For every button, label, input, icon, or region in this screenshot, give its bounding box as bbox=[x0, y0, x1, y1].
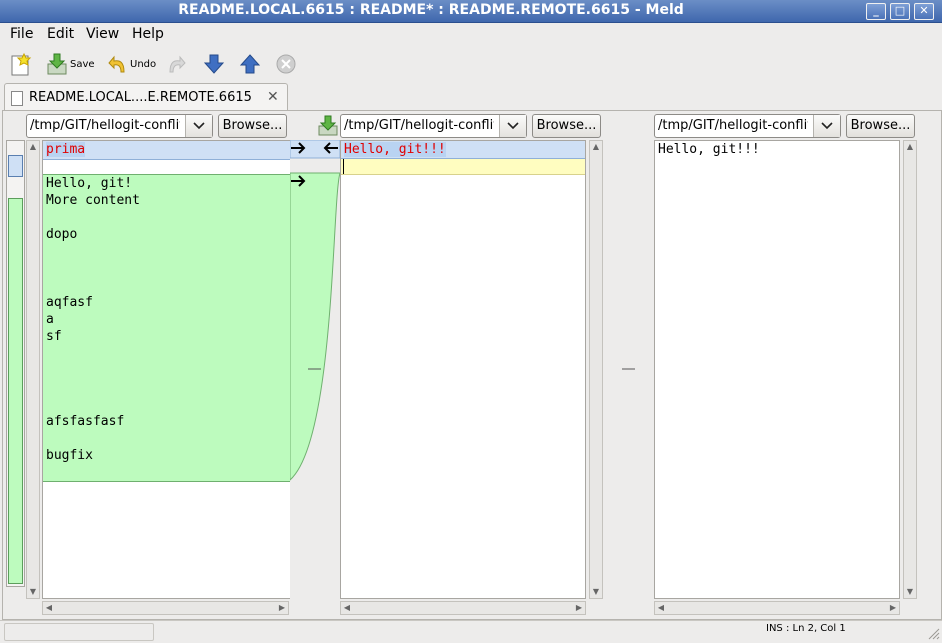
text-line: bugfix bbox=[46, 448, 93, 463]
insert-block bbox=[43, 174, 290, 482]
text-line: More content bbox=[46, 193, 140, 208]
menu-bar: File Edit View Help bbox=[0, 23, 942, 45]
undo-label: Undo bbox=[130, 58, 157, 70]
maximize-button[interactable]: □ bbox=[890, 3, 910, 20]
stop-button[interactable] bbox=[276, 50, 296, 78]
scroll-up-icon[interactable]: ▲ bbox=[590, 141, 602, 153]
previous-change-button[interactable] bbox=[240, 50, 260, 78]
redo-icon bbox=[169, 55, 186, 73]
text-line: Hello, git!!! bbox=[658, 142, 760, 157]
left-vertical-scrollbar[interactable]: ▲ ▼ bbox=[26, 140, 40, 599]
arrow-up-icon bbox=[240, 54, 260, 74]
left-path-text: /tmp/GIT/hellogit-conflit bbox=[30, 118, 180, 133]
change-overview-map[interactable] bbox=[6, 140, 25, 587]
next-change-button[interactable] bbox=[204, 50, 224, 78]
title-bar: README.LOCAL.6615 : README* : README.REM… bbox=[0, 0, 942, 23]
right-horizontal-scrollbar[interactable]: ◀ ▶ bbox=[654, 601, 900, 615]
menu-edit[interactable]: Edit bbox=[47, 26, 74, 42]
text-line: Hello, git!!! bbox=[344, 142, 446, 157]
middle-horizontal-scrollbar[interactable]: ◀ ▶ bbox=[340, 601, 586, 615]
save-label: Save bbox=[70, 58, 95, 70]
chevron-down-icon bbox=[193, 122, 205, 130]
text-cursor bbox=[343, 159, 344, 174]
status-message-area bbox=[4, 623, 154, 641]
window-title: README.LOCAL.6615 : README* : README.REM… bbox=[178, 2, 684, 18]
chevron-down-icon bbox=[821, 122, 833, 130]
stop-icon bbox=[276, 54, 296, 74]
tab-close-icon[interactable]: ✕ bbox=[267, 89, 279, 105]
menu-file[interactable]: File bbox=[10, 26, 33, 42]
arrow-down-icon bbox=[204, 54, 224, 74]
text-line: Hello, git! bbox=[46, 176, 133, 191]
middle-path-text: /tmp/GIT/hellogit-conflit bbox=[344, 118, 494, 133]
text-line: dopo bbox=[46, 227, 78, 242]
save-icon bbox=[47, 53, 67, 75]
scroll-down-icon[interactable]: ▼ bbox=[27, 586, 39, 598]
text-line: aqfasf bbox=[46, 295, 93, 310]
left-path-combo[interactable]: /tmp/GIT/hellogit-conflit bbox=[26, 114, 213, 138]
chevron-down-icon bbox=[507, 122, 519, 130]
right-path-text: /tmp/GIT/hellogit-conflit bbox=[658, 118, 808, 133]
left-browse-button[interactable]: Browse... bbox=[218, 114, 287, 138]
scroll-down-icon[interactable]: ▼ bbox=[590, 586, 602, 598]
cursor-position: INS : Ln 2, Col 1 bbox=[766, 623, 846, 634]
right-link-map[interactable] bbox=[604, 140, 654, 599]
middle-path-combo[interactable]: /tmp/GIT/hellogit-conflit bbox=[340, 114, 527, 138]
current-line-highlight bbox=[341, 159, 585, 175]
scroll-up-icon[interactable]: ▲ bbox=[904, 141, 916, 153]
overview-insert-marker bbox=[8, 198, 23, 584]
middle-browse-button[interactable]: Browse... bbox=[532, 114, 601, 138]
save-icon[interactable] bbox=[318, 115, 338, 137]
status-bar: INS : Ln 2, Col 1 bbox=[0, 620, 942, 643]
redo-button[interactable] bbox=[166, 50, 186, 78]
text-line: afsfasfasf bbox=[46, 414, 125, 429]
new-comparison-button[interactable] bbox=[10, 50, 32, 78]
scroll-right-icon[interactable]: ▶ bbox=[276, 602, 288, 614]
text-line: a bbox=[46, 312, 54, 327]
text-line: sf bbox=[46, 329, 62, 344]
minimize-button[interactable]: _ bbox=[866, 3, 886, 20]
scroll-left-icon[interactable]: ◀ bbox=[43, 602, 55, 614]
menu-view[interactable]: View bbox=[86, 26, 119, 42]
scroll-left-icon[interactable]: ◀ bbox=[655, 602, 667, 614]
left-text-pane[interactable]: prima Hello, git! More content dopo aqfa… bbox=[42, 140, 290, 599]
toolbar: Save Undo bbox=[0, 46, 942, 82]
left-horizontal-scrollbar[interactable]: ◀ ▶ bbox=[42, 601, 289, 615]
scroll-right-icon[interactable]: ▶ bbox=[573, 602, 585, 614]
resize-grip-icon[interactable] bbox=[926, 626, 940, 640]
menu-help[interactable]: Help bbox=[132, 26, 164, 42]
right-path-combo[interactable]: /tmp/GIT/hellogit-conflit bbox=[654, 114, 841, 138]
close-window-button[interactable]: ✕ bbox=[914, 3, 934, 20]
undo-button[interactable]: Undo bbox=[108, 50, 156, 78]
middle-vertical-scrollbar[interactable]: ▲ ▼ bbox=[589, 140, 603, 599]
scroll-up-icon[interactable]: ▲ bbox=[27, 141, 39, 153]
tab-comparison[interactable]: README.LOCAL....E.REMOTE.6615 ✕ bbox=[4, 83, 288, 112]
scroll-right-icon[interactable]: ▶ bbox=[887, 602, 899, 614]
new-document-icon bbox=[11, 52, 32, 76]
right-vertical-scrollbar[interactable]: ▲ ▼ bbox=[903, 140, 917, 599]
right-browse-button[interactable]: Browse... bbox=[846, 114, 915, 138]
scroll-down-icon[interactable]: ▼ bbox=[904, 586, 916, 598]
right-text-pane[interactable]: Hello, git!!! bbox=[654, 140, 900, 599]
scroll-left-icon[interactable]: ◀ bbox=[341, 602, 353, 614]
tab-label: README.LOCAL....E.REMOTE.6615 bbox=[29, 90, 252, 105]
left-link-map[interactable] bbox=[290, 140, 340, 599]
undo-icon bbox=[108, 55, 125, 73]
document-icon bbox=[11, 91, 23, 106]
text-line: prima bbox=[46, 142, 86, 157]
middle-text-pane[interactable]: Hello, git!!! bbox=[340, 140, 586, 599]
save-button[interactable]: Save bbox=[46, 50, 95, 78]
overview-change-marker bbox=[8, 155, 23, 177]
